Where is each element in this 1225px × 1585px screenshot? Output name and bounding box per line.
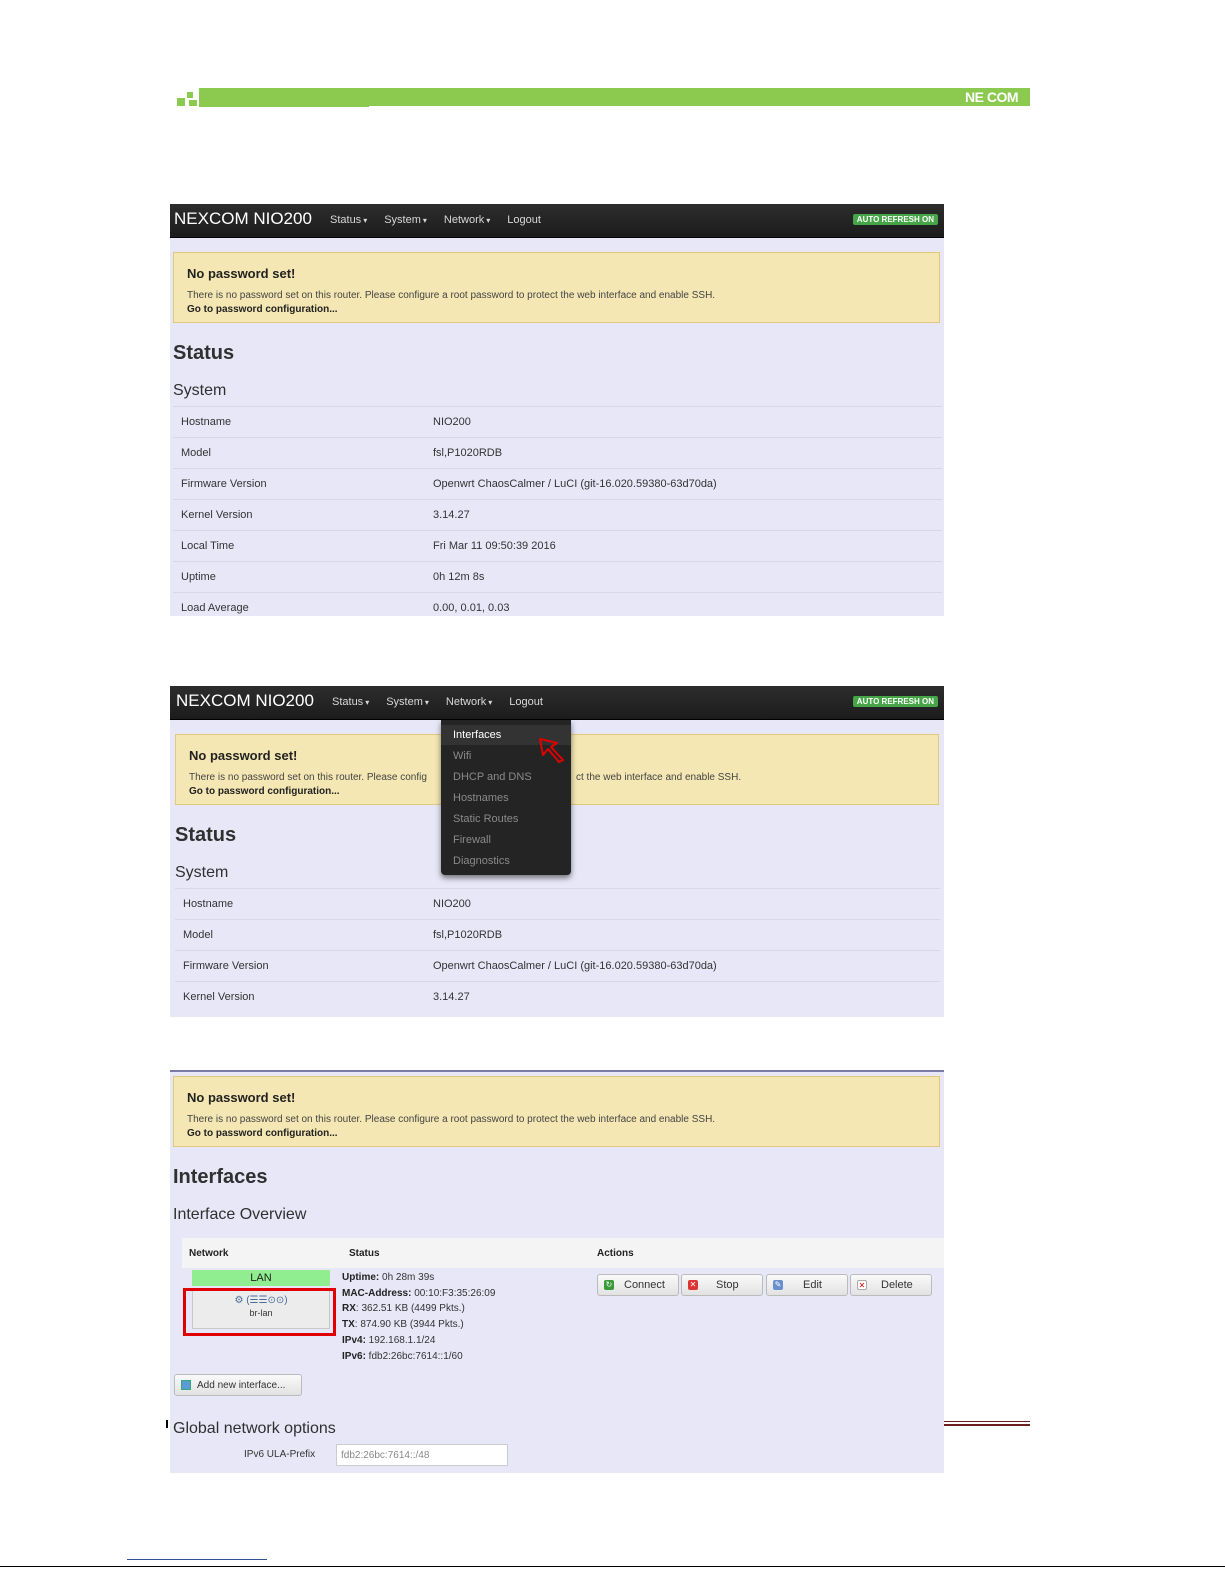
- reload-icon: ↻: [604, 1280, 614, 1290]
- interface-table-header: Network Status Actions: [182, 1238, 944, 1268]
- cursor-arrow-icon: [539, 738, 564, 763]
- alert-text: There is no password set on this router.…: [189, 772, 427, 783]
- alert-text: There is no password set on this router.…: [187, 290, 716, 301]
- auto-refresh-badge[interactable]: AUTO REFRESH ON: [852, 214, 938, 225]
- menu-item-diagnostics[interactable]: Diagnostics: [453, 855, 510, 867]
- caret-down-icon: ▾: [365, 698, 370, 707]
- alert-title: No password set!: [189, 748, 298, 763]
- nav-logout[interactable]: Logout: [507, 214, 541, 226]
- caret-down-icon: ▾: [424, 698, 429, 707]
- menu-item-dhcp-dns[interactable]: DHCP and DNS: [453, 771, 532, 783]
- global-options-title: Global network options: [173, 1420, 336, 1437]
- delete-icon: ✕: [857, 1280, 867, 1290]
- page-title: Status: [173, 342, 235, 364]
- table-row: Uptime 0h 12m 8s: [173, 561, 942, 592]
- page-rule-mark: [166, 1420, 168, 1428]
- alert-title: No password set!: [187, 1090, 296, 1105]
- table-row: Local Time Fri Mar 11 09:50:39 2016: [173, 530, 942, 561]
- stop-icon: ✕: [688, 1280, 698, 1290]
- caret-down-icon: ▾: [363, 216, 368, 225]
- caret-down-icon: ▾: [488, 698, 493, 707]
- column-status: Status: [349, 1248, 380, 1259]
- alert-text: There is no password set on this router.…: [187, 1114, 716, 1125]
- interfaces-page-screenshot: No password set! There is no password se…: [170, 1070, 944, 1473]
- password-config-link[interactable]: Go to password configuration...: [187, 1128, 338, 1139]
- status-page-screenshot: NEXCOM NIO200 Status ▾ System ▾ Network ▾ L…: [170, 204, 944, 616]
- caret-down-icon: ▾: [486, 216, 491, 225]
- stop-button[interactable]: ✕ Stop: [681, 1274, 763, 1296]
- column-network: Network: [189, 1248, 229, 1259]
- header-bar-underline: [199, 104, 369, 107]
- header-square: [187, 92, 193, 98]
- network-name: LAN: [192, 1270, 330, 1286]
- navbar: NEXCOM NIO200 Status ▾ System ▾ Network ▾ L…: [170, 686, 944, 720]
- nav-status[interactable]: Status ▾: [332, 696, 369, 708]
- table-row: Load Average 0.00, 0.01, 0.03: [173, 592, 942, 616]
- footer-link-underline: [127, 1559, 267, 1560]
- nav-logout[interactable]: Logout: [509, 696, 543, 708]
- table-row: Hostname NIO200: [175, 888, 940, 919]
- ula-prefix-label: IPv6 ULA-Prefix: [244, 1449, 316, 1460]
- menu-item-firewall[interactable]: Firewall: [453, 834, 491, 846]
- table-row: Kernel Version 3.14.27: [175, 981, 940, 1012]
- menu-item-wifi[interactable]: Wifi: [453, 750, 471, 762]
- table-row: Firmware Version Openwrt ChaosCalmer / Lu…: [175, 950, 940, 981]
- delete-button[interactable]: ✕ Delete: [850, 1274, 932, 1296]
- header-square: [177, 98, 185, 106]
- page-rule: [944, 1424, 1030, 1426]
- table-row: Hostname NIO200: [173, 406, 942, 437]
- table-row: Firmware Version Openwrt ChaosCalmer / Lu…: [173, 468, 942, 499]
- nav-system[interactable]: System ▾: [386, 696, 429, 708]
- system-table: Hostname NIO200 Model fsl,P1020RDB Firmwar…: [175, 888, 940, 1012]
- table-row: Model fsl,P1020RDB: [173, 437, 942, 468]
- column-actions: Actions: [597, 1248, 634, 1259]
- password-config-link[interactable]: Go to password configuration...: [189, 786, 340, 797]
- menu-item-interfaces[interactable]: Interfaces: [453, 729, 501, 741]
- table-row: Kernel Version 3.14.27: [173, 499, 942, 530]
- status-ipv6: IPv6: fdb2:26bc:7614::1/60: [342, 1350, 463, 1362]
- page-title: Status: [175, 824, 237, 846]
- section-title: System: [175, 864, 229, 881]
- system-table: Hostname NIO200 Model fsl,P1020RDB Firmwar…: [173, 406, 942, 616]
- menu-item-hostnames[interactable]: Hostnames: [453, 792, 509, 804]
- add-interface-button[interactable]: Add new interface...: [174, 1374, 302, 1396]
- page-title: Interfaces: [173, 1166, 268, 1188]
- status-ipv4: IPv4: 192.168.1.1/24: [342, 1334, 436, 1346]
- footer-rule: [0, 1566, 1225, 1567]
- table-row: Model fsl,P1020RDB: [175, 919, 940, 950]
- section-title: System: [173, 382, 227, 399]
- status-rx: RX: 362.51 KB (4499 Pkts.): [342, 1303, 465, 1315]
- header-square: [189, 100, 197, 106]
- page-rule: [944, 1421, 1030, 1422]
- interface-status: Uptime: 0h 28m 39s MAC-Address: 00:10:F3…: [342, 1270, 495, 1364]
- nexcom-logo: NE COM: [965, 89, 1019, 105]
- auto-refresh-badge[interactable]: AUTO REFRESH ON: [852, 696, 938, 707]
- alert-text-tail: ct the web interface and enable SSH.: [576, 772, 742, 783]
- menu-item-static-routes[interactable]: Static Routes: [453, 813, 518, 825]
- lan-highlight-box: [183, 1288, 336, 1336]
- nav-system[interactable]: System ▾: [384, 214, 427, 226]
- nav-network[interactable]: Network ▾: [446, 696, 492, 708]
- password-alert: No password set! There is no password se…: [173, 1076, 940, 1147]
- alert-title: No password set!: [187, 266, 296, 281]
- add-icon: [181, 1380, 191, 1390]
- ula-prefix-input[interactable]: fdb2:26bc:7614::/48: [336, 1444, 508, 1466]
- password-alert: No password set! There is no password se…: [173, 252, 940, 323]
- section-title: Interface Overview: [173, 1206, 307, 1223]
- nav-status[interactable]: Status ▾: [330, 214, 367, 226]
- document-header: NE COM: [177, 86, 1030, 108]
- nav-network[interactable]: Network ▾: [444, 214, 490, 226]
- brand[interactable]: NEXCOM NIO200: [176, 691, 314, 711]
- edit-button[interactable]: ✎ Edit: [766, 1274, 848, 1296]
- navbar: NEXCOM NIO200 Status ▾ System ▾ Network ▾ L…: [170, 204, 944, 238]
- caret-down-icon: ▾: [422, 216, 427, 225]
- connect-button[interactable]: ↻ Connect: [597, 1274, 679, 1296]
- status-mac: MAC-Address: 00:10:F3:35:26:09: [342, 1287, 496, 1299]
- status-tx: TX: 874.90 KB (3944 Pkts.): [342, 1319, 464, 1331]
- brand[interactable]: NEXCOM NIO200: [174, 209, 312, 229]
- edit-icon: ✎: [773, 1280, 783, 1290]
- password-config-link[interactable]: Go to password configuration...: [187, 304, 338, 315]
- status-uptime: Uptime: 0h 28m 39s: [342, 1272, 435, 1283]
